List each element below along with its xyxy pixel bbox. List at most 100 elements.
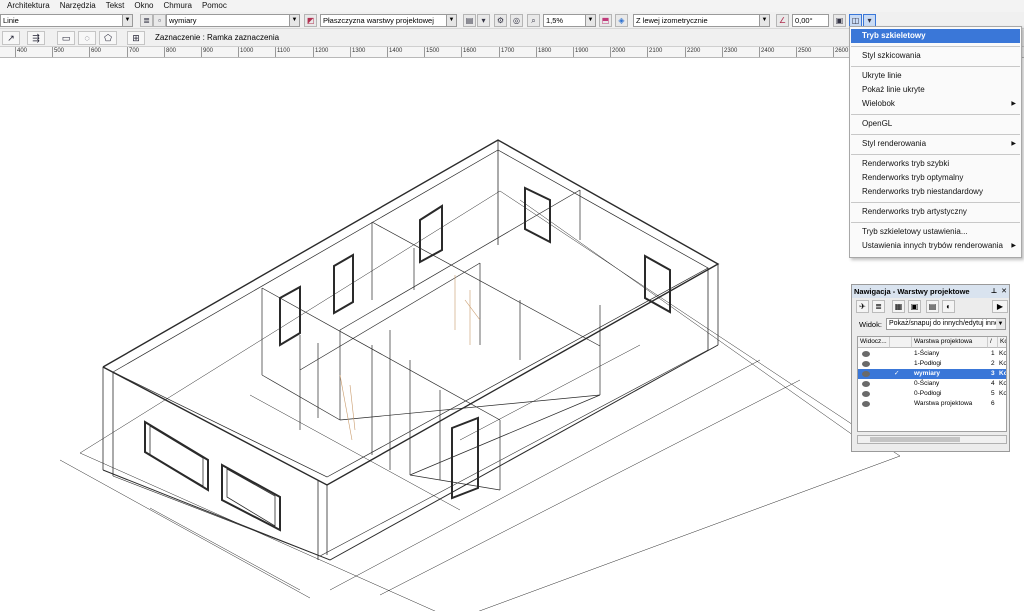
render-menu-item[interactable]: OpenGL	[851, 117, 1020, 131]
layer-ko: Ko	[999, 350, 1007, 357]
menubar: Architektura Narzędzia Tekst Okno Chmura…	[0, 0, 1024, 12]
zoom-icon[interactable]: ⌕	[527, 14, 540, 27]
windows	[144, 186, 671, 532]
ruler-label: 1400	[389, 48, 403, 54]
render-mode-menu: Tryb szkieletowy Styl szkicowania Ukryte l…	[849, 26, 1022, 258]
plane-icon[interactable]: ◩	[304, 14, 317, 27]
col-num[interactable]: /	[988, 337, 998, 348]
plane-select[interactable]: Płaszczyzna warstwy projektowej ▼	[320, 14, 457, 27]
ruler-tick	[15, 47, 16, 57]
menu-tekst[interactable]: Tekst	[101, 0, 130, 12]
layer-ko: Ko	[999, 370, 1007, 377]
view-select-value: Z lewej izometrycznie	[636, 16, 708, 25]
angle-icon[interactable]: ∠	[776, 14, 789, 27]
pin-icon[interactable]: ⊥	[991, 288, 997, 295]
menu-okno[interactable]: Okno	[129, 0, 158, 12]
layer-row[interactable]: 1-Podłogi 2 Ko	[858, 359, 1006, 369]
projection-icon[interactable]: ▣	[833, 14, 846, 27]
col-blank[interactable]	[890, 337, 912, 348]
render-menu-item[interactable]: Renderworks tryb optymalny	[851, 171, 1020, 185]
sheet-layer-icon[interactable]: ▣	[908, 300, 921, 313]
render-menu-item[interactable]: Styl renderowania ▶	[851, 137, 1020, 151]
layer-select[interactable]: wymiary ▼	[166, 14, 300, 27]
menu-pomoc[interactable]: Pomoc	[197, 0, 232, 12]
eye-icon[interactable]	[862, 351, 870, 357]
close-icon[interactable]: ✕	[1001, 288, 1007, 295]
layers-tool-icon[interactable]: ≣	[872, 300, 885, 313]
layer-row[interactable]: 0-Ściany 4 Ko	[858, 379, 1006, 389]
view-cube-icon[interactable]: ◈	[615, 14, 628, 27]
layers-icon[interactable]: ≣	[140, 14, 153, 27]
menu-chmura[interactable]: Chmura	[159, 0, 197, 12]
col-layer[interactable]: Warstwa projektowa	[912, 337, 988, 348]
lasso-icon[interactable]: ◌	[78, 31, 96, 45]
eye-icon[interactable]	[862, 381, 870, 387]
eye-icon[interactable]	[862, 401, 870, 407]
render-menu-item-label: Tryb szkieletowy ustawienia...	[862, 227, 968, 236]
menu-narzedzia[interactable]: Narzędzia	[55, 0, 101, 12]
layer-ko: Ko	[999, 390, 1007, 397]
render-menu-item[interactable]: Wielobok ▶	[851, 97, 1020, 111]
layer-number: 2	[991, 360, 995, 367]
render-menu-item[interactable]: Renderworks tryb szybki	[851, 157, 1020, 171]
rectangle-marquee-icon[interactable]: ▭	[57, 31, 75, 45]
view-select[interactable]: Z lewej izometrycznie ▼	[633, 14, 770, 27]
submenu-arrow-icon: ▶	[1011, 243, 1016, 249]
render-menu-item[interactable]: Ukryte linie	[851, 69, 1020, 83]
palette-title-text: Nawigacja - Warstwy projektowe	[854, 287, 970, 296]
render-menu-item[interactable]: Styl szkicowania	[851, 49, 1020, 63]
views-icon[interactable]: ◐	[942, 300, 955, 313]
fit-view-icon[interactable]: ◎	[510, 14, 523, 27]
sheet-dropdown-icon[interactable]: ▾	[477, 14, 490, 27]
flyover-tool-icon[interactable]: ✈	[856, 300, 869, 313]
ruler-label: 2400	[761, 48, 775, 54]
eye-icon[interactable]	[862, 371, 870, 377]
menu-separator	[851, 114, 1020, 115]
render-menu-item[interactable]: Pokaż linie ukryte	[851, 83, 1020, 97]
menu-architektura[interactable]: Architektura	[2, 0, 55, 12]
window	[144, 420, 209, 492]
col-visibility[interactable]: Widocz...	[858, 337, 890, 348]
selection-mode-icon[interactable]: ⊞	[127, 31, 145, 45]
class-select[interactable]: Linie ▼	[0, 14, 133, 27]
eye-icon[interactable]	[862, 361, 870, 367]
layer-row[interactable]: 1-Ściany 1 Ko	[858, 349, 1007, 359]
palette-menu-icon[interactable]: ▶	[992, 300, 1008, 313]
scrollbar-thumb[interactable]	[870, 437, 960, 442]
angle-field[interactable]: 0,00°	[792, 14, 829, 27]
select-tool-icon[interactable]: ↗	[2, 31, 20, 45]
wireframe-model	[59, 139, 901, 611]
flyover-icon[interactable]: ⬒	[599, 14, 612, 27]
ruler-label: 1000	[240, 48, 254, 54]
align-icon[interactable]: ⇶	[27, 31, 45, 45]
layer-number: 4	[991, 380, 995, 387]
render-menu-item[interactable]: Renderworks tryb niestandardowy	[851, 185, 1020, 199]
ruler-tick	[127, 47, 128, 57]
layer-row[interactable]: ✓ wymiary 3 Ko	[858, 369, 1007, 379]
polygon-marquee-icon[interactable]: ⬠	[99, 31, 117, 45]
active-layer-check: ✓	[894, 370, 900, 377]
class-icon[interactable]: ▤	[926, 300, 939, 313]
ruler-label: 700	[129, 48, 140, 54]
col-ko[interactable]: Ko	[998, 337, 1006, 348]
layer-row[interactable]: 0-Podłogi 5 Ko	[858, 389, 1007, 399]
render-menu-item[interactable]: Renderworks tryb artystyczny	[851, 205, 1020, 219]
layer-options-icon[interactable]: ▫	[153, 14, 166, 27]
ruler-tick	[350, 47, 351, 57]
ruler-tick	[722, 47, 723, 57]
sheet-icon[interactable]: ▤	[463, 14, 476, 27]
zoom-select[interactable]: 1,5% ▼	[543, 14, 596, 27]
layer-row[interactable]: Warstwa projektowa 6	[858, 399, 1006, 409]
visibility-mode-select[interactable]: Pokaż/snapuj do innych/edytuj inne ▼	[886, 318, 1006, 330]
render-menu-item[interactable]: Ustawienia innych trybów renderowania ▶	[851, 239, 1020, 253]
horizontal-scrollbar[interactable]	[857, 435, 1007, 444]
render-menu-item[interactable]: Tryb szkieletowy	[851, 29, 1020, 43]
eye-icon[interactable]	[862, 391, 870, 397]
render-menu-item[interactable]: Tryb szkieletowy ustawienia...	[851, 225, 1020, 239]
ruler-tick	[52, 47, 53, 57]
chevron-down-icon: ▼	[289, 15, 299, 26]
design-layer-icon[interactable]: ▦	[892, 300, 905, 313]
ruler-label: 1300	[352, 48, 366, 54]
standard-view-icon[interactable]: ⚙	[494, 14, 507, 27]
layer-number: 1	[991, 350, 995, 357]
